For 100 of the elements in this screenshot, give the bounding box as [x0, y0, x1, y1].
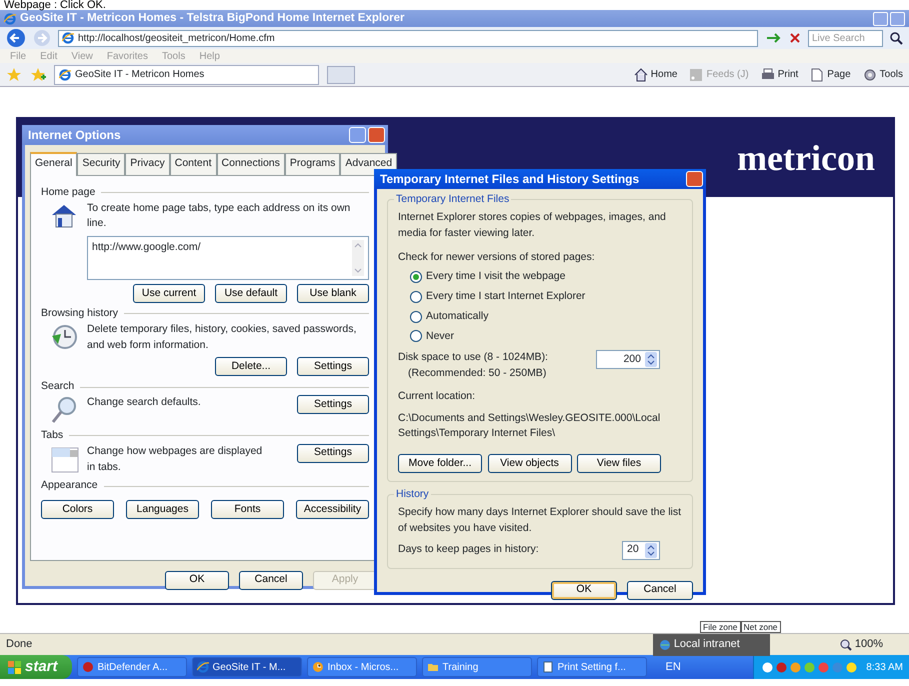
settings-button[interactable]: Settings [297, 444, 369, 463]
tab[interactable]: Privacy [125, 153, 170, 175]
dialog-button[interactable]: Colors [41, 500, 114, 519]
back-icon[interactable] [6, 28, 26, 48]
ie-logo-icon [196, 661, 209, 673]
folder-icon [426, 661, 439, 673]
tab[interactable]: Connections [216, 153, 285, 175]
dialog-button[interactable]: View files [577, 454, 661, 473]
clock-text: 8:33 AM [866, 660, 903, 674]
tray-icon[interactable] [804, 662, 816, 672]
section-heading: Home page [41, 184, 96, 200]
home-page-field[interactable]: http://www.google.com/ [87, 236, 369, 280]
taskbar-button[interactable]: GeoSite IT - M... [192, 657, 302, 677]
radio-button[interactable] [410, 310, 422, 323]
dialog-button[interactable]: Delete... [215, 357, 287, 376]
logo-text: metricon [737, 140, 875, 176]
dialog-button[interactable]: Settings [297, 357, 369, 376]
browser-tab[interactable]: GeoSite IT - Metricon Homes [54, 64, 319, 84]
dialog-button[interactable]: Use default [215, 284, 287, 303]
taskbar-button[interactable]: Print Setting f... [536, 657, 647, 677]
disk-space-field[interactable]: 200 [596, 350, 660, 370]
address-field[interactable]: http://localhost/geositeit_metricon/Home.cfm [58, 30, 758, 46]
add-favorite-icon[interactable] [30, 67, 46, 82]
description-text: Internet Explorer stores copies of webpages, images, and media for faster viewing later. [398, 210, 667, 241]
spinner-arrows-icon[interactable] [645, 352, 657, 368]
printer-icon [760, 68, 775, 82]
status-text: Done [6, 637, 32, 652]
globe-icon [658, 638, 671, 650]
dialog-button[interactable]: View objects [488, 454, 572, 473]
minimize-button[interactable] [873, 12, 888, 26]
tooltip-text: File zone [700, 621, 740, 633]
dialog-button[interactable]: Languages [126, 500, 199, 519]
radio-label: Every time I visit the webpage [426, 269, 566, 284]
dialog-button[interactable]: OK [551, 580, 617, 600]
search-icon[interactable] [889, 31, 903, 45]
help-button[interactable] [349, 127, 366, 143]
tray-icon[interactable] [818, 662, 830, 672]
caption-text: Webpage : Click OK. [3, 0, 107, 10]
taskbar-button[interactable]: Inbox - Micros... [306, 657, 417, 677]
settings-button[interactable]: Settings [297, 395, 369, 414]
dialog-button[interactable]: Accessibility [296, 500, 369, 519]
days-field[interactable]: 20 [622, 540, 660, 560]
description-text: Specify how many days Internet Explorer should save the list of websites you have visited. [398, 505, 682, 536]
new-tab-button[interactable] [327, 66, 355, 84]
label-text: Disk space to use (8 - 1024MB): [398, 350, 548, 366]
label-text: Current location: [398, 388, 476, 404]
language-indicator[interactable]: EN [666, 658, 681, 676]
page-icon [62, 32, 74, 44]
close-button[interactable] [686, 171, 703, 187]
document-icon [542, 661, 554, 673]
scrollbar-icon[interactable] [352, 240, 364, 276]
dialog-button[interactable]: Cancel [627, 580, 693, 600]
zoom-control[interactable]: 100% [840, 636, 883, 653]
restore-button[interactable] [890, 12, 905, 26]
section-heading: Appearance [41, 478, 98, 494]
tray-icon[interactable] [846, 662, 858, 672]
description-text: Change how webpages are displayed in tabs. [87, 444, 264, 474]
toolbar-button[interactable]: Page [810, 67, 851, 82]
favorites-star-icon[interactable] [6, 67, 22, 82]
tray-icon[interactable] [762, 662, 774, 672]
taskbar-button[interactable]: Training [422, 657, 532, 677]
dialog-button[interactable]: Cancel [239, 570, 303, 590]
spinner-arrows-icon[interactable] [645, 542, 657, 558]
app-icon [82, 661, 94, 673]
section-heading: Search [41, 379, 74, 394]
tab[interactable]: Security [77, 153, 126, 175]
label-text: Days to keep pages in history: [398, 542, 539, 558]
dialog-button[interactable]: OK [165, 570, 229, 590]
description-text: To create home page tabs, type each address on its own line. [87, 200, 352, 232]
close-button[interactable] [368, 127, 385, 143]
taskbar-button[interactable]: BitDefender A... [76, 657, 187, 677]
gear-icon [862, 68, 877, 82]
tab[interactable]: Programs [284, 153, 340, 175]
tab[interactable]: Content [170, 153, 217, 175]
radio-button[interactable] [410, 330, 422, 342]
dialog-title: Internet Options [28, 127, 121, 144]
window-title: GeoSite IT - Metricon Homes - Telstra BigPond Home Internet Explorer [20, 10, 404, 26]
radio-label: Every time I start Internet Explorer [426, 289, 586, 304]
description-text: Change search defaults. [87, 395, 201, 410]
refresh-icon[interactable] [764, 31, 782, 45]
tab[interactable]: General [30, 152, 78, 176]
radio-button[interactable] [410, 290, 422, 303]
description-text: Delete temporary files, history, cookies, saved passwords, and web form information. [87, 322, 358, 352]
tooltip-text: Net zone [740, 621, 781, 633]
dialog-button[interactable]: Move folder... [398, 454, 482, 473]
zone-indicator: Local intranet [652, 634, 770, 656]
radio-label: Automatically [426, 308, 488, 324]
toolbar-button[interactable]: Tools [862, 67, 903, 82]
radio-button[interactable] [410, 271, 422, 284]
dialog-button[interactable]: Fonts [211, 500, 284, 519]
stop-icon[interactable] [788, 31, 802, 45]
clock-icon [312, 661, 324, 673]
toolbar-button[interactable]: Print [760, 67, 798, 82]
section-heading: Tabs [41, 428, 64, 443]
tray-icon[interactable] [776, 662, 788, 672]
section-heading: Browsing history [41, 306, 118, 321]
dialog-button[interactable]: Use current [133, 284, 205, 303]
note-text: (Recommended: 50 - 250MB) [407, 366, 548, 381]
toolbar-button[interactable]: Home [634, 67, 678, 82]
dialog-button[interactable]: Use blank [297, 284, 369, 303]
